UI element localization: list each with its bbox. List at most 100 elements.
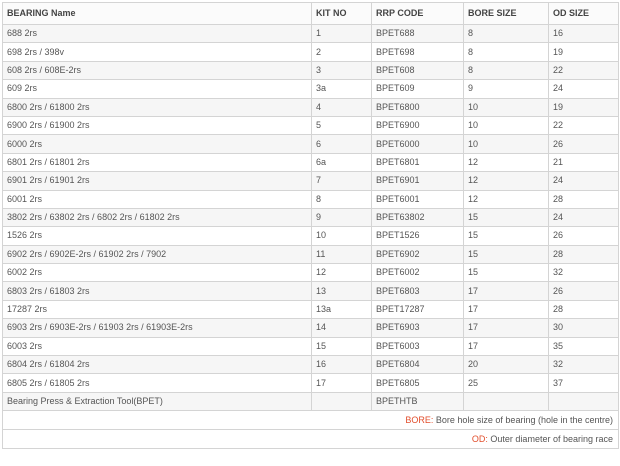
bearing-name-cell: 17287 2rs xyxy=(2,299,312,320)
table-row: 6001 2rs 8 BPET6001 12 28 xyxy=(2,189,619,209)
table-row: 688 2rs 1 BPET688 8 16 xyxy=(2,23,619,44)
kit-no-cell: 11 xyxy=(311,244,372,265)
od-size-cell: 24 xyxy=(548,79,619,99)
bore-size-cell: 8 xyxy=(463,60,549,81)
rrp-code-cell: BPET63802 xyxy=(371,207,464,228)
kit-no-cell: 6 xyxy=(311,134,372,154)
legend-row-od: OD: Outer diameter of bearing race xyxy=(2,429,619,450)
bearing-name-cell: Bearing Press & Extraction Tool(BPET) xyxy=(2,391,312,412)
od-size-cell: 32 xyxy=(548,263,619,283)
bearing-name-cell: 6000 2rs xyxy=(2,134,312,154)
rrp-code-cell: BPET608 xyxy=(371,60,464,81)
bearing-name-cell: 6003 2rs xyxy=(2,336,312,357)
bearing-name-cell: 6900 2rs / 61900 2rs xyxy=(2,115,312,136)
table-row: 6900 2rs / 61900 2rs 5 BPET6900 10 22 xyxy=(2,115,619,136)
bearing-name-cell: 6002 2rs xyxy=(2,263,312,283)
od-size-cell: 26 xyxy=(548,226,619,246)
od-size-cell: 28 xyxy=(548,244,619,265)
bore-size-cell: 10 xyxy=(463,134,549,154)
bearing-name-cell: 688 2rs xyxy=(2,23,312,44)
bore-size-cell: 12 xyxy=(463,152,549,173)
rrp-code-cell: BPET6000 xyxy=(371,134,464,154)
bore-size-cell: 17 xyxy=(463,281,549,301)
legend-od: OD: Outer diameter of bearing race xyxy=(2,429,619,450)
kit-no-cell: 12 xyxy=(311,263,372,283)
table-row: 17287 2rs 13a BPET17287 17 28 xyxy=(2,299,619,320)
kit-no-cell: 13 xyxy=(311,281,372,301)
rrp-code-cell: BPET6002 xyxy=(371,263,464,283)
legend-bore-key: BORE: xyxy=(405,414,434,425)
table-row: 608 2rs / 608E-2rs 3 BPET608 8 22 xyxy=(2,60,619,81)
od-size-cell: 28 xyxy=(548,299,619,320)
bearing-name-cell: 609 2rs xyxy=(2,79,312,99)
od-size-cell: 30 xyxy=(548,318,619,338)
bore-size-cell: 9 xyxy=(463,79,549,99)
rrp-code-cell: BPET6903 xyxy=(371,318,464,338)
table-row: 6901 2rs / 61901 2rs 7 BPET6901 12 24 xyxy=(2,171,619,191)
kit-no-cell: 15 xyxy=(311,336,372,357)
rrp-code-cell: BPET6902 xyxy=(371,244,464,265)
od-size-cell: 37 xyxy=(548,373,619,393)
bore-size-cell: 17 xyxy=(463,336,549,357)
table-header-row: BEARING Name KIT NO RRP CODE BORE SIZE O… xyxy=(2,2,619,25)
table-row: 6800 2rs / 61800 2rs 4 BPET6800 10 19 xyxy=(2,97,619,117)
od-size-cell: 32 xyxy=(548,355,619,375)
rrp-code-cell: BPETHTB xyxy=(371,391,464,412)
bearing-name-cell: 6903 2rs / 6903E-2rs / 61903 2rs / 61903… xyxy=(2,318,312,338)
legend-bore-text: Bore hole size of bearing (hole in the c… xyxy=(433,414,613,425)
bore-size-cell: 17 xyxy=(463,299,549,320)
kit-no-cell: 14 xyxy=(311,318,372,338)
table-row: 6805 2rs / 61805 2rs 17 BPET6805 25 37 xyxy=(2,373,619,393)
rrp-code-cell: BPET6001 xyxy=(371,189,464,209)
bearing-name-cell: 3802 2rs / 63802 2rs / 6802 2rs / 61802 … xyxy=(2,207,312,228)
bearing-name-cell: 6800 2rs / 61800 2rs xyxy=(2,97,312,117)
od-size-cell: 35 xyxy=(548,336,619,357)
kit-no-cell: 7 xyxy=(311,171,372,191)
bearing-name-cell: 1526 2rs xyxy=(2,226,312,246)
bearing-name-cell: 6804 2rs / 61804 2rs xyxy=(2,355,312,375)
od-size-cell: 26 xyxy=(548,281,619,301)
kit-no-cell: 16 xyxy=(311,355,372,375)
bore-size-cell: 15 xyxy=(463,263,549,283)
od-size-cell: 19 xyxy=(548,97,619,117)
bore-size-cell: 8 xyxy=(463,23,549,44)
kit-no-cell xyxy=(311,391,372,412)
kit-no-cell: 8 xyxy=(311,189,372,209)
rrp-code-cell: BPET6003 xyxy=(371,336,464,357)
od-size-cell: 21 xyxy=(548,152,619,173)
legend-row-bore: BORE: Bore hole size of bearing (hole in… xyxy=(2,410,619,431)
table-row: 6804 2rs / 61804 2rs 16 BPET6804 20 32 xyxy=(2,355,619,375)
kit-no-cell: 3 xyxy=(311,60,372,81)
column-header-kit-no: KIT NO xyxy=(311,2,372,25)
table-body: 688 2rs 1 BPET688 8 16 698 2rs / 398v 2 BPET698… xyxy=(2,23,619,412)
od-size-cell: 19 xyxy=(548,42,619,62)
rrp-code-cell: BPET6805 xyxy=(371,373,464,393)
od-size-cell xyxy=(548,391,619,412)
bore-size-cell: 17 xyxy=(463,318,549,338)
table-row: 6902 2rs / 6902E-2rs / 61902 2rs / 7902 1… xyxy=(2,244,619,265)
kit-no-cell: 10 xyxy=(311,226,372,246)
bearing-table: BEARING Name KIT NO RRP CODE BORE SIZE O… xyxy=(2,2,619,450)
od-size-cell: 24 xyxy=(548,171,619,191)
kit-no-cell: 3a xyxy=(311,79,372,99)
table-row: 3802 2rs / 63802 2rs / 6802 2rs / 61802 … xyxy=(2,207,619,228)
bore-size-cell: 12 xyxy=(463,189,549,209)
bore-size-cell: 12 xyxy=(463,171,549,191)
bearing-name-cell: 6902 2rs / 6902E-2rs / 61902 2rs / 7902 xyxy=(2,244,312,265)
rrp-code-cell: BPET1526 xyxy=(371,226,464,246)
bore-size-cell: 8 xyxy=(463,42,549,62)
table-row: 609 2rs 3a BPET609 9 24 xyxy=(2,79,619,99)
column-header-bearing-name: BEARING Name xyxy=(2,2,312,25)
bearing-name-cell: 6001 2rs xyxy=(2,189,312,209)
kit-no-cell: 13a xyxy=(311,299,372,320)
rrp-code-cell: BPET6901 xyxy=(371,171,464,191)
kit-no-cell: 1 xyxy=(311,23,372,44)
table-row: 6801 2rs / 61801 2rs 6a BPET6801 12 21 xyxy=(2,152,619,173)
od-size-cell: 22 xyxy=(548,115,619,136)
table-row: Bearing Press & Extraction Tool(BPET) BPE… xyxy=(2,391,619,412)
rrp-code-cell: BPET609 xyxy=(371,79,464,99)
bore-size-cell: 25 xyxy=(463,373,549,393)
bearing-name-cell: 6805 2rs / 61805 2rs xyxy=(2,373,312,393)
legend-bore: BORE: Bore hole size of bearing (hole in… xyxy=(2,410,619,431)
table-row: 6003 2rs 15 BPET6003 17 35 xyxy=(2,336,619,357)
